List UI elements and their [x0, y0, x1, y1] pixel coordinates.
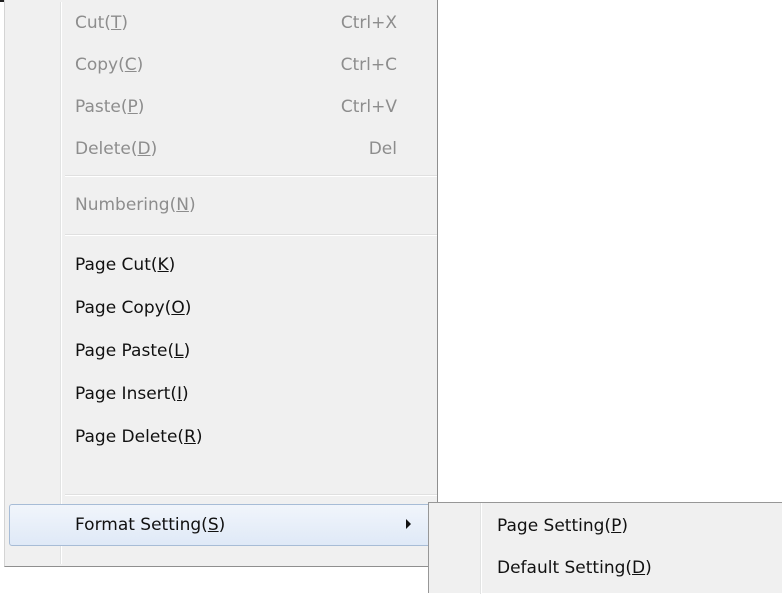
menu-item-format-setting[interactable]: Format Setting(S) [5, 504, 437, 546]
menu-item-paste[interactable]: Paste(P) Ctrl+V [5, 86, 437, 128]
menu-item-label: Page Copy(O) [75, 298, 192, 318]
submenu-item-default-setting[interactable]: Default Setting(D) [429, 548, 782, 588]
menu-item-label: Page Setting(P) [497, 516, 628, 536]
menu-item-page-insert[interactable]: Page Insert(I) [5, 373, 437, 415]
format-setting-submenu: Page Setting(P) Default Setting(D) [428, 502, 782, 594]
menu-item-label: Page Delete(R) [75, 427, 203, 447]
menu-item-copy[interactable]: Copy(C) Ctrl+C [5, 44, 437, 86]
menu-item-page-cut[interactable]: Page Cut(K) [5, 244, 437, 286]
menu-item-cut[interactable]: Cut(T) Ctrl+X [5, 2, 437, 44]
menu-separator [65, 175, 437, 177]
menu-item-label: Page Cut(K) [75, 255, 176, 275]
menu-separator [65, 494, 437, 496]
context-menu: Cut(T) Ctrl+X Copy(C) Ctrl+C Paste(P) Ct… [4, 0, 438, 567]
menu-item-label: Cut(T) [75, 13, 128, 33]
menu-item-label: Delete(D) [75, 139, 158, 159]
shortcut-label: Ctrl+C [340, 55, 397, 75]
menu-item-page-copy[interactable]: Page Copy(O) [5, 287, 437, 329]
menu-separator [65, 234, 437, 236]
menu-item-page-delete[interactable]: Page Delete(R) [5, 416, 437, 458]
menu-item-label: Format Setting(S) [75, 515, 226, 535]
menu-item-label: Page Paste(L) [75, 341, 191, 361]
submenu-item-page-setting[interactable]: Page Setting(P) [429, 506, 782, 546]
submenu-arrow-icon [406, 519, 411, 529]
menu-item-label: Page Insert(I) [75, 384, 189, 404]
menu-item-label: Numbering(N) [75, 195, 196, 215]
menu-item-delete[interactable]: Delete(D) Del [5, 128, 437, 170]
menu-item-label: Copy(C) [75, 55, 144, 75]
menu-item-label: Paste(P) [75, 97, 145, 117]
menu-item-page-paste[interactable]: Page Paste(L) [5, 330, 437, 372]
menu-item-numbering[interactable]: Numbering(N) [5, 184, 437, 226]
menu-item-label: Default Setting(D) [497, 558, 652, 578]
shortcut-label: Del [368, 139, 397, 159]
shortcut-label: Ctrl+V [340, 97, 397, 117]
shortcut-label: Ctrl+X [340, 13, 397, 33]
